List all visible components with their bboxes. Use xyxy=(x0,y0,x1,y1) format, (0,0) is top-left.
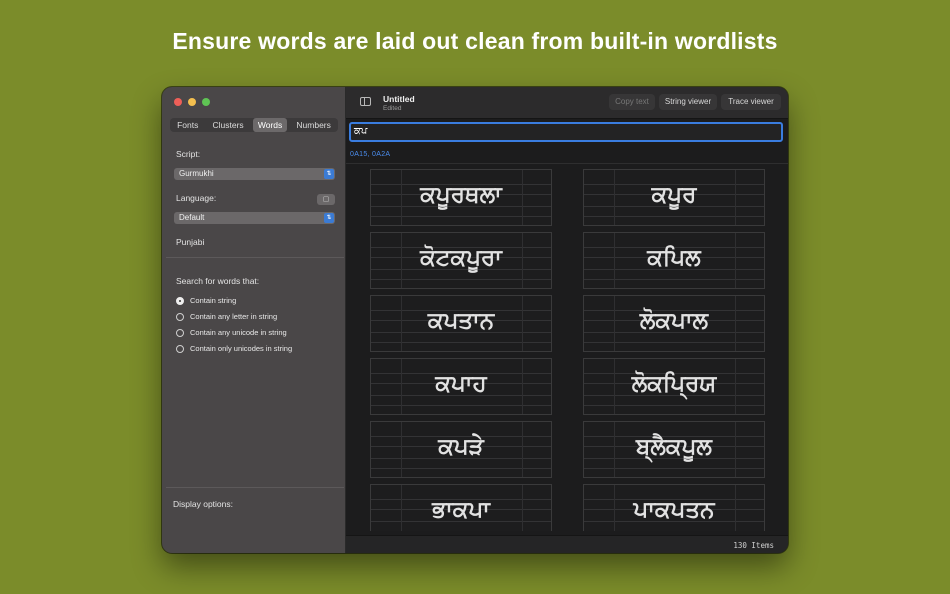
toolbar: Untitled Edited Copy text String viewer … xyxy=(346,87,788,119)
copy-text-button[interactable]: Copy text xyxy=(609,94,655,110)
word-card[interactable]: ਬ੍ਲੈਕਪੂਲ xyxy=(583,421,765,478)
document-status: Edited xyxy=(383,105,402,112)
zoom-window-button[interactable] xyxy=(202,98,210,106)
guide-line xyxy=(584,216,764,217)
option-label: Contain only unicodes in string xyxy=(190,344,293,353)
option-contain-string[interactable]: Contain string xyxy=(176,296,236,305)
word-card[interactable]: ਕੋਟਕਪੂਰਾ xyxy=(370,232,552,289)
word-card[interactable]: ਕਪਿਲ xyxy=(583,232,765,289)
language-select[interactable]: Default ⇅ xyxy=(174,212,335,224)
guide-line xyxy=(584,468,764,469)
word-card[interactable]: ਕਪੜੇ xyxy=(370,421,552,478)
radio-selected-icon xyxy=(176,296,184,305)
language-action-button[interactable]: ▢ xyxy=(317,194,335,205)
search-mode-label: Search for words that: xyxy=(176,276,260,286)
radio-icon xyxy=(176,344,184,353)
mode-tabs: Fonts Clusters Words Numbers xyxy=(170,118,338,132)
window-controls xyxy=(174,98,210,106)
sidebar-toggle-icon[interactable] xyxy=(360,97,371,106)
word-text: ਲੋਕਪ੍ਰਿਯ xyxy=(631,371,717,397)
app-window: Fonts Clusters Words Numbers Script: Gur… xyxy=(162,87,788,553)
guide-line xyxy=(371,405,551,406)
trace-viewer-button[interactable]: Trace viewer xyxy=(721,94,781,110)
display-options-label: Display options: xyxy=(173,499,234,509)
codepoints-readout: 0A15, 0A2A xyxy=(350,151,391,158)
option-contain-any-letter[interactable]: Contain any letter in string xyxy=(176,312,277,321)
tab-numbers[interactable]: Numbers xyxy=(291,118,335,132)
sidebar-divider xyxy=(166,487,344,488)
sidebar: Fonts Clusters Words Numbers Script: Gur… xyxy=(162,87,346,553)
guide-line xyxy=(371,216,551,217)
guide-line xyxy=(584,405,764,406)
tab-clusters[interactable]: Clusters xyxy=(208,118,249,132)
word-text: ਕਪੂਰ xyxy=(651,182,697,208)
language-label: Language: xyxy=(176,193,217,203)
word-text: ਕਪਿਲ xyxy=(647,245,701,271)
word-text: ਕੋਟਕਪੂਰਾ xyxy=(420,245,502,271)
language-name: Punjabi xyxy=(176,237,205,247)
radio-icon xyxy=(176,328,184,337)
guide-line xyxy=(371,342,551,343)
word-card[interactable]: ਕਪੂਰਥਲਾ xyxy=(370,169,552,226)
document-title: Untitled xyxy=(383,94,415,104)
language-select-value: Default xyxy=(179,213,205,222)
word-card[interactable]: ਪਾਕਪਤਨ xyxy=(583,484,765,531)
option-contain-any-unicode[interactable]: Contain any unicode in string xyxy=(176,328,287,337)
guide-line xyxy=(584,342,764,343)
option-label: Contain any letter in string xyxy=(190,312,278,321)
close-window-button[interactable] xyxy=(174,98,182,106)
status-bar: 130 Items xyxy=(346,535,788,553)
tab-words[interactable]: Words xyxy=(252,118,288,132)
word-card[interactable]: ਕਪਤਾਨ xyxy=(370,295,552,352)
script-select-value: Gurmukhi xyxy=(179,169,214,178)
option-label: Contain any unicode in string xyxy=(190,328,287,337)
main-panel: Untitled Edited Copy text String viewer … xyxy=(346,87,788,553)
search-input[interactable]: ਕਪ xyxy=(349,122,783,142)
word-grid: ਕਪੂਰਥਲਾ ਕਪੂਰ ਕੋਟਕਪੂਰਾ ਕਪਿਲ ਕਪਤਾਨ ਲੋਕਪਾਲ ਕਪਾਹ ਲੋ… xyxy=(346,169,788,531)
word-text: ਕਪੜੇ xyxy=(438,434,484,460)
word-text: ਕਪਤਾਨ xyxy=(427,308,495,334)
option-contain-only-unicodes[interactable]: Contain only unicodes in string xyxy=(176,344,292,353)
word-text: ਕਪਾਹ xyxy=(435,371,487,397)
word-card[interactable]: ਭਾਕਪਾ xyxy=(370,484,552,531)
word-card[interactable]: ਕਪੂਰ xyxy=(583,169,765,226)
guide-line xyxy=(371,279,551,280)
script-label: Script: xyxy=(176,149,201,159)
document-icon: ▢ xyxy=(322,196,330,203)
word-text: ਲੋਕਪਾਲ xyxy=(639,308,709,334)
word-card[interactable]: ਲੋਕਪਾਲ xyxy=(583,295,765,352)
minimize-window-button[interactable] xyxy=(188,98,196,106)
updown-chevron-icon: ⇅ xyxy=(324,213,334,223)
item-count: 130 Items xyxy=(733,541,774,550)
updown-chevron-icon: ⇅ xyxy=(324,169,334,179)
word-text: ਕਪੂਰਥਲਾ xyxy=(420,182,502,208)
grid-divider xyxy=(346,163,788,164)
string-viewer-button[interactable]: String viewer xyxy=(659,94,717,110)
script-select[interactable]: Gurmukhi ⇅ xyxy=(174,168,335,180)
radio-icon xyxy=(176,312,184,321)
sidebar-divider xyxy=(166,257,344,258)
word-card[interactable]: ਲੋਕਪ੍ਰਿਯ xyxy=(583,358,765,415)
headline: Ensure words are laid out clean from bui… xyxy=(172,28,778,54)
tab-fonts[interactable]: Fonts xyxy=(172,118,203,132)
word-text: ਬ੍ਲੈਕਪੂਲ xyxy=(636,434,712,460)
word-text: ਪਾਕਪਤਨ xyxy=(633,497,715,523)
option-label: Contain string xyxy=(190,296,237,305)
word-text: ਭਾਕਪਾ xyxy=(432,497,490,523)
word-card[interactable]: ਕਪਾਹ xyxy=(370,358,552,415)
guide-line xyxy=(584,279,764,280)
guide-line xyxy=(371,468,551,469)
